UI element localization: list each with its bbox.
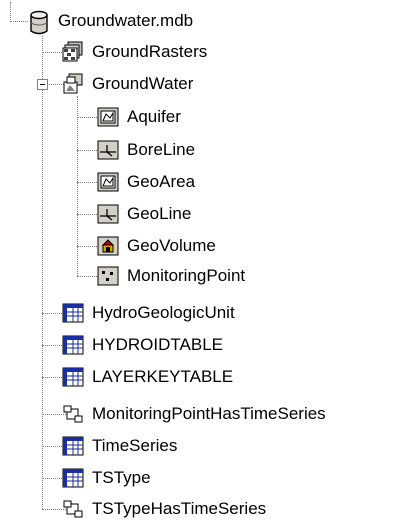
table-icon	[62, 302, 84, 324]
table-icon	[62, 334, 84, 356]
tree-connector	[77, 117, 99, 118]
node-label: BoreLine	[127, 140, 196, 159]
node-label: GeoVolume	[127, 236, 216, 255]
tree-node-monitoringpointhastimeseries[interactable]: MonitoringPointHasTimeSeries	[62, 399, 327, 429]
node-label: MonitoringPointHasTimeSeries	[92, 404, 326, 423]
node-label: GroundWater	[92, 74, 194, 93]
tree-node-tstypehastimeseries[interactable]: TSTypeHasTimeSeries	[62, 494, 267, 524]
tree-connector	[77, 96, 78, 276]
collapse-toggle-groundwater[interactable]	[37, 79, 48, 90]
relationship-class-icon	[62, 403, 84, 425]
tree-node-layerkeytable[interactable]: LAYERKEYTABLE	[62, 362, 234, 392]
tree-node-tstype[interactable]: TSType	[62, 463, 152, 493]
node-label: TimeSeries	[92, 436, 178, 455]
polygon-feature-class-icon	[97, 171, 119, 193]
catalog-tree: Groundwater.mdb GroundRasters GroundWate…	[0, 0, 393, 528]
tree-connector	[77, 246, 99, 247]
tree-connector	[77, 214, 99, 215]
node-label: GeoLine	[127, 204, 192, 223]
node-label: Groundwater.mdb	[58, 11, 194, 30]
raster-catalog-icon	[62, 41, 84, 63]
node-label: HydroGeologicUnit	[92, 303, 235, 322]
database-icon	[28, 10, 50, 35]
relationship-class-icon	[62, 498, 84, 520]
node-label: Aquifer	[127, 107, 181, 126]
tree-connector	[42, 36, 43, 509]
tree-node-groundwater-mdb[interactable]: Groundwater.mdb	[28, 6, 194, 36]
table-icon	[62, 435, 84, 457]
multipatch-feature-class-icon	[97, 235, 119, 257]
node-label: MonitoringPoint	[127, 266, 246, 285]
line-feature-class-icon	[97, 203, 119, 225]
node-label: TSType	[92, 468, 151, 487]
tree-connector	[10, 2, 11, 22]
tree-node-timeseries[interactable]: TimeSeries	[62, 431, 178, 461]
tree-node-hydroidtable[interactable]: HYDROIDTABLE	[62, 330, 224, 360]
tree-connector	[77, 150, 99, 151]
tree-connector	[77, 182, 99, 183]
feature-dataset-icon	[62, 73, 84, 95]
tree-connector	[77, 276, 99, 277]
tree-node-geoarea[interactable]: GeoArea	[97, 167, 196, 197]
tree-node-groundrasters[interactable]: GroundRasters	[62, 37, 208, 67]
tree-connector	[10, 21, 28, 22]
table-icon	[62, 467, 84, 489]
tree-node-geoline[interactable]: GeoLine	[97, 199, 192, 229]
tree-node-aquifer[interactable]: Aquifer	[97, 102, 182, 132]
tree-node-groundwater[interactable]: GroundWater	[62, 69, 194, 99]
node-label: LAYERKEYTABLE	[92, 367, 234, 386]
node-label: GroundRasters	[92, 42, 208, 61]
node-label: GeoArea	[127, 172, 196, 191]
point-feature-class-icon	[97, 265, 119, 287]
node-label: HYDROIDTABLE	[92, 335, 223, 354]
tree-node-hydrogeologicunit[interactable]: HydroGeologicUnit	[62, 298, 236, 328]
node-label: TSTypeHasTimeSeries	[92, 499, 267, 518]
tree-node-boreline[interactable]: BoreLine	[97, 135, 196, 165]
polygon-feature-class-icon	[97, 106, 119, 128]
tree-node-geovolume[interactable]: GeoVolume	[97, 231, 217, 261]
line-feature-class-icon	[97, 139, 119, 161]
tree-node-monitoringpoint[interactable]: MonitoringPoint	[97, 261, 246, 291]
table-icon	[62, 366, 84, 388]
